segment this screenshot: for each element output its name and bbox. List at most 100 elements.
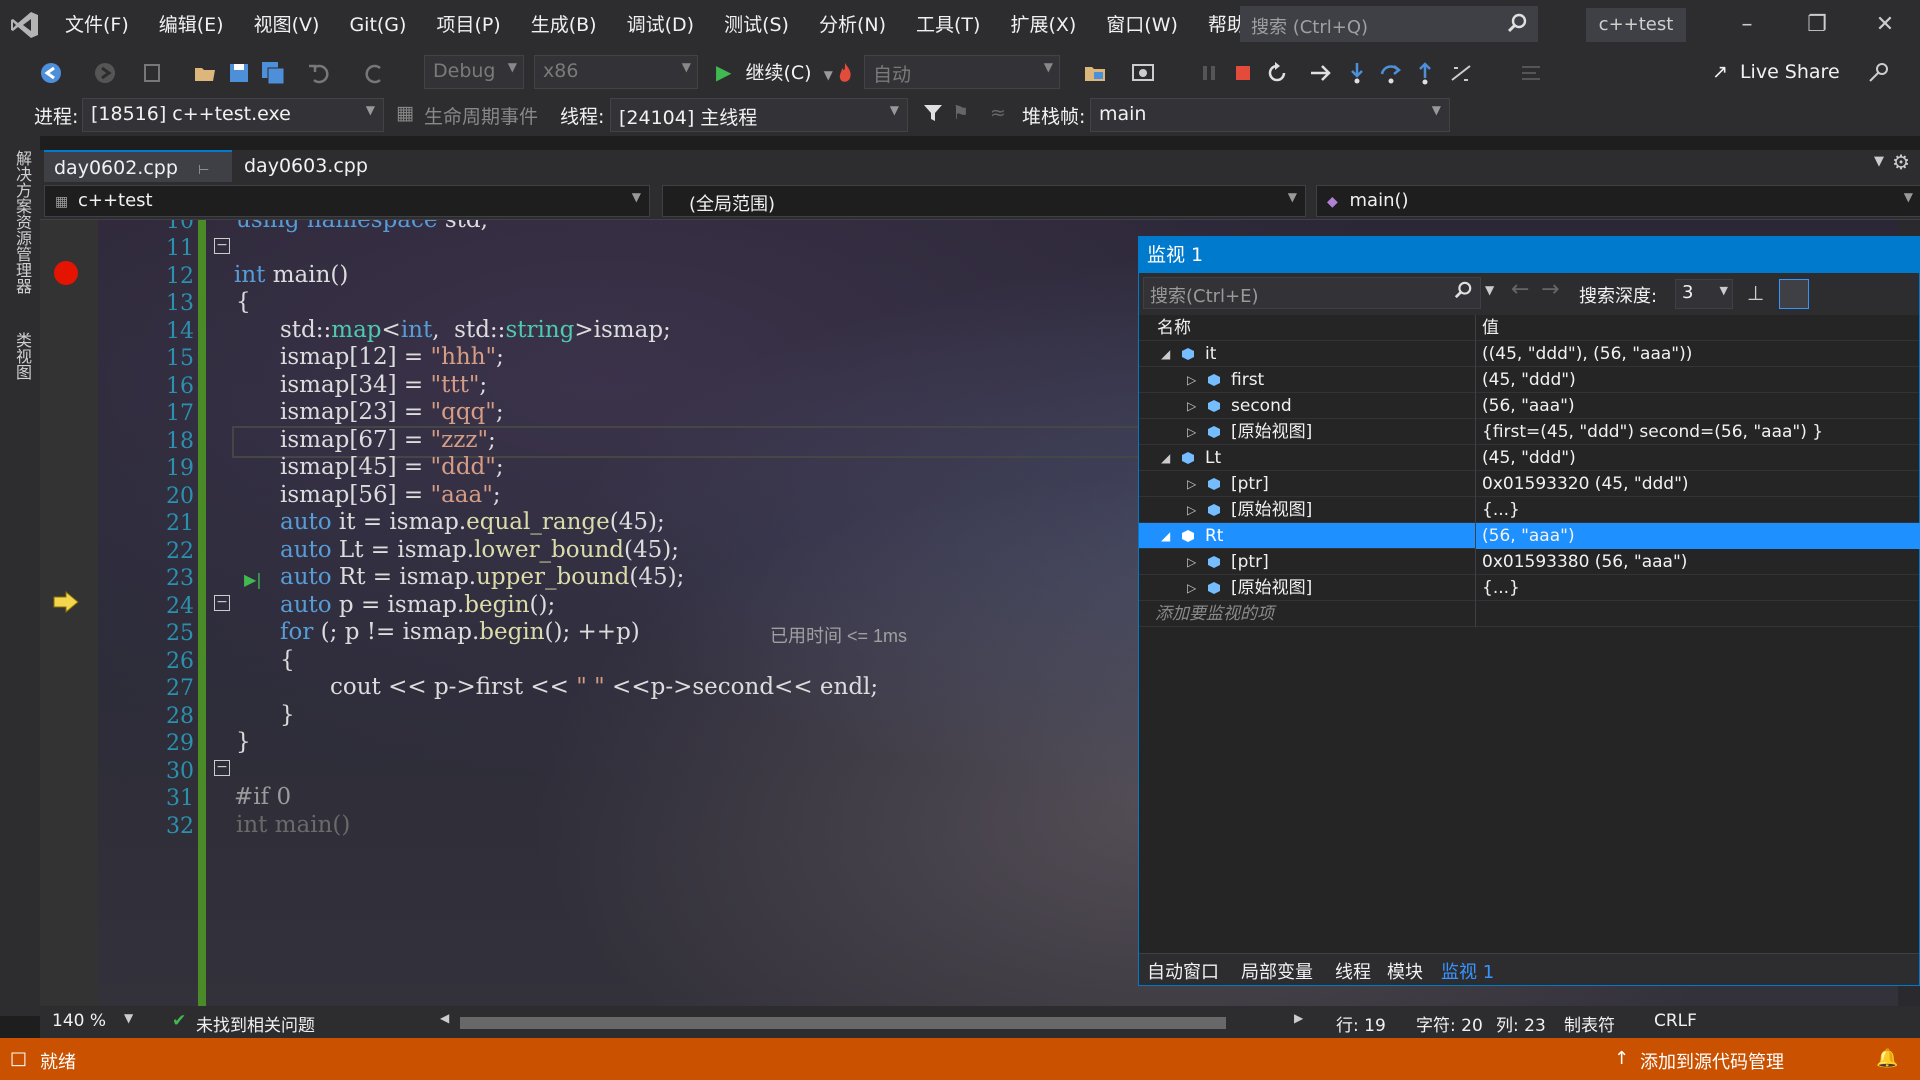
menu-test[interactable]: 测试(S) bbox=[709, 0, 804, 50]
collapse-triangle-icon[interactable]: ▷ bbox=[1187, 367, 1196, 393]
collapse-triangle-icon[interactable]: ▷ bbox=[1187, 497, 1196, 523]
open-folder-icon[interactable] bbox=[192, 60, 218, 86]
search-next-icon[interactable]: → bbox=[1541, 277, 1559, 302]
hex-display-icon[interactable] bbox=[1448, 60, 1474, 86]
pause-icon[interactable] bbox=[1196, 60, 1222, 86]
process-dropdown[interactable]: [18516] c++test.exe ▼ bbox=[82, 98, 384, 132]
show-next-statement-icon[interactable] bbox=[1308, 60, 1334, 86]
watch-row[interactable]: ◢ it ((45, "ddd"), (56, "aaa")) bbox=[1139, 341, 1919, 367]
stop-icon[interactable] bbox=[1230, 60, 1256, 86]
search-previous-icon[interactable]: ← bbox=[1511, 277, 1529, 302]
watch-value[interactable]: (56, "aaa") bbox=[1475, 393, 1920, 419]
pin-icon[interactable]: ⊢ bbox=[198, 163, 209, 178]
watch-row[interactable]: ▷ second (56, "aaa") bbox=[1139, 393, 1919, 419]
watch-title-bar[interactable]: 监视 1 bbox=[1139, 237, 1919, 273]
save-icon[interactable] bbox=[226, 60, 252, 86]
undo-icon[interactable] bbox=[306, 60, 332, 86]
hot-reload-icon[interactable] bbox=[832, 60, 858, 86]
add-watch-placeholder[interactable]: 添加要监视的项 bbox=[1155, 601, 1274, 627]
watch-row[interactable]: ▷ first (45, "ddd") bbox=[1139, 367, 1919, 393]
live-share-button[interactable]: ↗ Live Share bbox=[1712, 55, 1840, 89]
watch-row[interactable]: ◢ Lt (45, "ddd") bbox=[1139, 445, 1919, 471]
feedback-icon[interactable] bbox=[1866, 60, 1892, 86]
watch-search-input[interactable]: 搜索(Ctrl+E) bbox=[1143, 277, 1481, 309]
watch-value[interactable]: (45, "ddd") bbox=[1475, 445, 1920, 471]
show-threads-icon[interactable]: ≈ bbox=[990, 102, 1006, 124]
add-source-control-button[interactable]: 添加到源代码管理 bbox=[1640, 1048, 1784, 1074]
menu-file[interactable]: 文件(F) bbox=[50, 0, 144, 50]
comment-icon[interactable] bbox=[1518, 60, 1544, 86]
watch-row[interactable]: ▷ [原始视图] {...} bbox=[1139, 497, 1919, 523]
scroll-right-icon[interactable]: ▶ bbox=[1294, 1011, 1303, 1025]
close-icon[interactable]: ✕ bbox=[1850, 0, 1920, 50]
column-header-name[interactable]: 名称 bbox=[1157, 315, 1191, 341]
scroll-left-icon[interactable]: ◀ bbox=[440, 1011, 449, 1025]
minimize-icon[interactable]: – bbox=[1712, 0, 1782, 50]
watch-value[interactable]: (56, "aaa") bbox=[1475, 523, 1920, 549]
collapse-triangle-icon[interactable]: ▷ bbox=[1187, 549, 1196, 575]
restart-icon[interactable] bbox=[1264, 60, 1290, 86]
run-to-click-icon[interactable]: ▶| bbox=[244, 570, 262, 589]
tab-watch-1[interactable]: 监视 1 bbox=[1441, 958, 1494, 984]
issues-status[interactable]: 未找到相关问题 bbox=[196, 1011, 315, 1036]
chevron-down-icon[interactable]: ▼ bbox=[1485, 283, 1494, 297]
lifecycle-events-icon[interactable]: ▦ bbox=[396, 102, 414, 124]
bell-icon[interactable]: 🔔 bbox=[1876, 1048, 1898, 1069]
menu-tools[interactable]: 工具(T) bbox=[901, 0, 995, 50]
menu-debug[interactable]: 调试(D) bbox=[612, 0, 709, 50]
menu-edit[interactable]: 编辑(E) bbox=[144, 0, 239, 50]
collapse-toggle-icon[interactable]: − bbox=[214, 760, 230, 776]
collapse-toggle-icon[interactable]: − bbox=[214, 238, 230, 254]
settings-gear-icon[interactable]: ⚙ bbox=[1892, 150, 1910, 174]
watch-value[interactable]: {...} bbox=[1475, 575, 1920, 601]
column-header-value[interactable]: 值 bbox=[1475, 315, 1920, 341]
stack-frame-dropdown[interactable]: main ▼ bbox=[1090, 98, 1450, 132]
class-view-tab[interactable]: 类视图 bbox=[10, 332, 34, 380]
visual-studio-logo-icon[interactable] bbox=[0, 0, 50, 50]
collapse-triangle-icon[interactable]: ▷ bbox=[1187, 575, 1196, 601]
expand-triangle-icon[interactable]: ◢ bbox=[1161, 341, 1170, 367]
filter-icon[interactable] bbox=[922, 102, 944, 129]
tab-autos[interactable]: 自动窗口 bbox=[1147, 958, 1219, 984]
tab-threads[interactable]: 线程 bbox=[1335, 958, 1371, 984]
back-icon[interactable] bbox=[38, 60, 64, 86]
breakpoint-icon[interactable] bbox=[54, 261, 78, 285]
watch-value[interactable]: 0x01593320 (45, "ddd") bbox=[1475, 471, 1920, 497]
menu-build[interactable]: 生成(B) bbox=[516, 0, 612, 50]
expand-triangle-icon[interactable]: ◢ bbox=[1161, 523, 1170, 549]
tab-overflow-icon[interactable]: ▼ bbox=[1874, 154, 1884, 169]
tab-day0603[interactable]: day0603.cpp bbox=[234, 150, 378, 182]
menu-project[interactable]: 项目(P) bbox=[421, 0, 515, 50]
menu-window[interactable]: 窗口(W) bbox=[1091, 0, 1193, 50]
continue-button[interactable]: ▶ 继续(C) ▼ bbox=[716, 55, 833, 89]
step-into-icon[interactable] bbox=[1344, 60, 1370, 86]
project-scope-dropdown[interactable]: ▦ c++test ▼ bbox=[44, 185, 650, 217]
platform-dropdown[interactable]: x86 ▼ bbox=[534, 55, 698, 89]
pin-icon[interactable]: ⊥ bbox=[1747, 281, 1764, 305]
open-file-icon[interactable] bbox=[1082, 60, 1108, 86]
watch-value[interactable]: ((45, "ddd"), (56, "aaa")) bbox=[1475, 341, 1920, 367]
watch-value[interactable]: {...} bbox=[1475, 497, 1920, 523]
menu-extensions[interactable]: 扩展(X) bbox=[995, 0, 1091, 50]
watch-row-selected[interactable]: ◢ Rt (56, "aaa") bbox=[1139, 523, 1920, 549]
expand-triangle-icon[interactable]: ◢ bbox=[1161, 445, 1170, 471]
watch-row[interactable]: ▷ [ptr] 0x01593320 (45, "ddd") bbox=[1139, 471, 1919, 497]
global-scope-dropdown[interactable]: (全局范围) ▼ bbox=[662, 185, 1306, 217]
menu-git[interactable]: Git(G) bbox=[334, 0, 421, 50]
chevron-down-icon[interactable]: ▼ bbox=[124, 1011, 133, 1025]
hex-view-toggle-icon[interactable] bbox=[1779, 279, 1809, 309]
configuration-dropdown[interactable]: Debug ▼ bbox=[424, 55, 524, 89]
screenshot-icon[interactable] bbox=[1130, 60, 1156, 86]
watch-row[interactable]: ▷ [原始视图] {first=(45, "ddd") second=(56, … bbox=[1139, 419, 1919, 445]
function-dropdown[interactable]: ◆ main() ▼ bbox=[1316, 185, 1920, 217]
thread-dropdown[interactable]: [24104] 主线程 ▼ bbox=[610, 98, 908, 132]
tab-day0602[interactable]: day0602.cpp ⊢ ✕ bbox=[44, 150, 232, 213]
indentation-mode[interactable]: 制表符 bbox=[1564, 1011, 1615, 1036]
collapse-toggle-icon[interactable]: − bbox=[214, 595, 230, 611]
tab-locals[interactable]: 局部变量 bbox=[1241, 958, 1313, 984]
solution-explorer-tab[interactable]: 解决方案资源管理器 bbox=[10, 150, 34, 294]
notification-icon[interactable]: □ bbox=[10, 1048, 27, 1069]
flag-thread-icon[interactable]: ⚑ bbox=[952, 102, 969, 124]
watch-row[interactable]: ▷ [ptr] 0x01593380 (56, "aaa") bbox=[1139, 549, 1919, 575]
watch-value[interactable]: (45, "ddd") bbox=[1475, 367, 1920, 393]
